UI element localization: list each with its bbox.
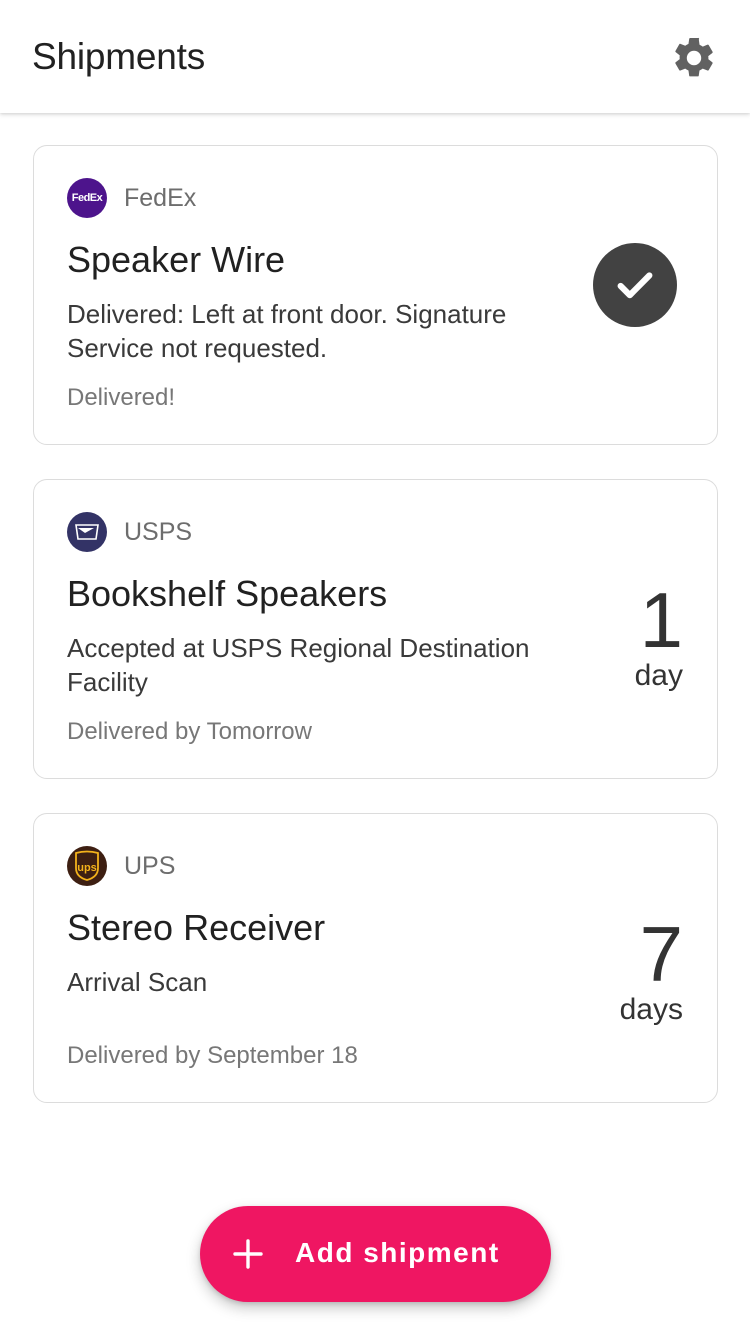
plus-icon [233, 1239, 263, 1269]
carrier-row: ups UPS [67, 846, 175, 886]
carrier-name: FedEx [124, 183, 197, 212]
shipment-title: Bookshelf Speakers [67, 573, 388, 614]
page-title: Shipments [32, 36, 206, 77]
shipment-card[interactable]: ups UPS Stereo Receiver Arrival Scan Del… [33, 813, 718, 1103]
carrier-row: FedEx FedEx [67, 178, 196, 218]
shipment-card[interactable]: USPS Bookshelf Speakers Accepted at USPS… [33, 479, 718, 779]
add-shipment-button[interactable]: Add shipment [200, 1206, 551, 1302]
usps-logo-icon [67, 512, 107, 552]
days-count: 7 [639, 910, 683, 998]
shipment-eta: Delivered by Tomorrow [67, 718, 312, 745]
days-remaining: 1 day [635, 581, 683, 693]
shipment-status: Delivered: Left at front door. Signature… [67, 299, 507, 363]
days-remaining: 7 days [620, 915, 683, 1027]
fedex-logo-text: FedEx [71, 192, 103, 204]
gear-icon[interactable] [670, 34, 718, 82]
shipment-eta: Delivered! [67, 384, 176, 411]
shipment-card[interactable]: FedEx FedEx Speaker Wire Delivered: Left… [33, 145, 718, 445]
add-shipment-label: Add shipment [295, 1237, 500, 1268]
shipment-eta: Delivered by September 18 [67, 1042, 358, 1069]
carrier-name: UPS [124, 851, 176, 880]
shipment-status: Accepted at USPS Regional Destination Fa… [67, 633, 530, 697]
days-unit: days [619, 993, 683, 1026]
fedex-logo-icon: FedEx [67, 178, 107, 218]
ups-logo-text: ups [77, 862, 97, 874]
shipment-status: Arrival Scan [67, 967, 208, 997]
shipment-title: Speaker Wire [67, 239, 286, 280]
shipment-title: Stereo Receiver [67, 907, 326, 948]
carrier-row: USPS [67, 512, 192, 552]
days-count: 1 [639, 576, 683, 664]
ups-logo-icon: ups [67, 846, 107, 886]
check-icon [593, 243, 677, 327]
carrier-name: USPS [124, 517, 193, 546]
days-unit: day [634, 659, 683, 692]
app-bar: Shipments [0, 0, 750, 113]
